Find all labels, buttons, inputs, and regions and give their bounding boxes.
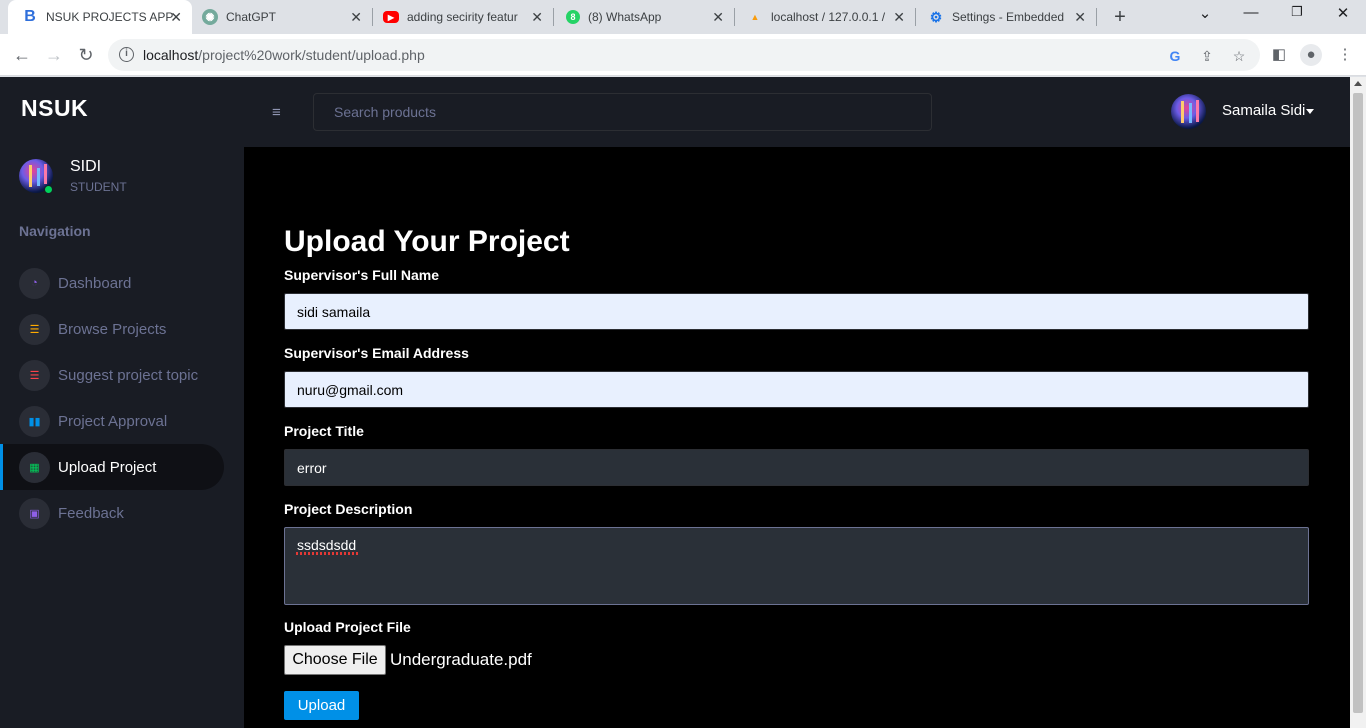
sidebar-item-dashboard[interactable]: ◔ Dashboard — [0, 260, 224, 306]
close-icon[interactable]: ✕ — [170, 9, 182, 25]
chatgpt-icon: ✺ — [202, 9, 218, 25]
close-icon[interactable]: ✕ — [531, 9, 543, 25]
back-icon[interactable]: ← — [10, 43, 34, 67]
browser-toolbar: ← → ↻ i localhost/project%20work/student… — [0, 34, 1366, 76]
close-icon[interactable]: ✕ — [893, 9, 905, 25]
browser-tab-phpmyadmin[interactable]: ▲ localhost / 127.0.0.1 / ✕ — [735, 0, 915, 34]
supervisor-email-label: Supervisor's Email Address — [284, 345, 469, 361]
profile-icon[interactable]: ● — [1300, 44, 1322, 66]
chart-icon: ▮▮ — [19, 405, 50, 437]
url-text[interactable]: localhost/project%20work/student/upload.… — [143, 47, 425, 63]
list-icon: ☰ — [19, 359, 50, 391]
google-icon[interactable]: G — [1166, 47, 1184, 65]
brand-logo[interactable]: NSUK — [21, 95, 88, 122]
choose-file-button[interactable]: Choose File — [284, 645, 386, 675]
sidebar-item-suggest-topic[interactable]: ☰ Suggest project topic — [0, 352, 224, 398]
project-description-field[interactable]: ssdsdsdd — [284, 527, 1309, 605]
whatsapp-icon: 8 — [566, 10, 580, 24]
supervisor-name-label: Supervisor's Full Name — [284, 267, 440, 283]
sidebar-item-project-approval[interactable]: ▮▮ Project Approval — [0, 398, 224, 444]
minimize-icon[interactable]: — — [1236, 4, 1266, 21]
chevron-down-icon[interactable] — [1306, 109, 1314, 114]
contact-icon: ▣ — [19, 497, 50, 529]
top-navbar: ≡ Samaila Sidi — [244, 77, 1350, 147]
sidebar-item-browse-projects[interactable]: ☰ Browse Projects — [0, 306, 224, 352]
scroll-up-icon[interactable] — [1354, 81, 1362, 86]
online-status-dot — [44, 185, 53, 194]
sidebar-item-feedback[interactable]: ▣ Feedback — [0, 490, 224, 536]
spellcheck-underline — [296, 552, 358, 555]
page-title: Upload Your Project — [284, 225, 570, 258]
menu-toggle-icon[interactable]: ≡ — [272, 104, 281, 121]
browser-tab-nsuk[interactable]: B NSUK PROJECTS APP ✕ — [8, 0, 192, 34]
sidebar: NSUK SIDI STUDENT Navigation ◔ Dashboard… — [0, 77, 244, 728]
bootstrap-icon: B — [24, 8, 36, 25]
new-tab-button[interactable]: + — [1109, 6, 1131, 28]
profile-role: STUDENT — [70, 180, 127, 194]
gear-icon: ⚙ — [929, 8, 943, 25]
tab-separator — [1096, 8, 1097, 26]
bookmark-star-icon[interactable]: ☆ — [1230, 47, 1248, 65]
address-bar[interactable]: i localhost/project%20work/student/uploa… — [108, 39, 1260, 71]
close-icon[interactable]: ✕ — [350, 9, 362, 25]
browser-tab-chatgpt[interactable]: ✺ ChatGPT ✕ — [192, 0, 372, 34]
browser-tab-settings[interactable]: ⚙ Settings - Embedded ✕ — [916, 0, 1096, 34]
nav-heading: Navigation — [19, 223, 91, 239]
table-icon: ▦ — [19, 451, 50, 483]
sidebar-item-upload-project[interactable]: ▦ Upload Project — [0, 444, 224, 490]
menu-dots-icon[interactable]: ⋮ — [1334, 44, 1356, 66]
page-scrollbar[interactable] — [1350, 77, 1366, 728]
browser-tab-bar: B NSUK PROJECTS APP ✕ ✺ ChatGPT ✕ ▶ addi… — [0, 0, 1366, 34]
browser-tab-youtube[interactable]: ▶ adding secirity featur ✕ — [373, 0, 553, 34]
project-title-field[interactable] — [284, 449, 1309, 486]
selected-file-name: Undergraduate.pdf — [390, 650, 532, 669]
upload-button[interactable]: Upload — [284, 691, 359, 720]
supervisor-name-field[interactable] — [284, 293, 1309, 330]
scrollbar-thumb[interactable] — [1353, 93, 1363, 713]
page-content: NSUK SIDI STUDENT Navigation ◔ Dashboard… — [0, 77, 1350, 728]
browser-tab-whatsapp[interactable]: 8 (8) WhatsApp ✕ — [554, 0, 734, 34]
reload-icon[interactable]: ↻ — [74, 43, 98, 67]
forward-icon[interactable]: → — [42, 43, 66, 67]
speedometer-icon: ◔ — [19, 267, 50, 299]
search-input[interactable] — [313, 93, 932, 131]
supervisor-email-field[interactable] — [284, 371, 1309, 408]
close-icon[interactable]: ✕ — [1074, 9, 1086, 25]
close-icon[interactable]: ✕ — [712, 9, 724, 25]
user-menu-name[interactable]: Samaila Sidi — [1222, 102, 1305, 119]
site-info-icon[interactable]: i — [119, 47, 134, 62]
share-icon[interactable]: ⇪ — [1198, 47, 1216, 65]
phpmyadmin-icon: ▲ — [750, 12, 760, 22]
youtube-icon: ▶ — [383, 11, 399, 23]
tab-search-icon[interactable]: ⌄ — [1190, 4, 1220, 22]
list-icon: ☰ — [19, 313, 50, 345]
upload-file-label: Upload Project File — [284, 619, 411, 635]
project-description-label: Project Description — [284, 501, 413, 517]
profile-name: SIDI — [70, 158, 102, 175]
avatar[interactable] — [1171, 94, 1206, 129]
project-title-label: Project Title — [284, 423, 364, 439]
window-close-icon[interactable]: ✕ — [1328, 4, 1358, 22]
restore-icon[interactable]: ❐ — [1282, 4, 1312, 20]
side-panel-icon[interactable]: ◧ — [1268, 44, 1290, 66]
